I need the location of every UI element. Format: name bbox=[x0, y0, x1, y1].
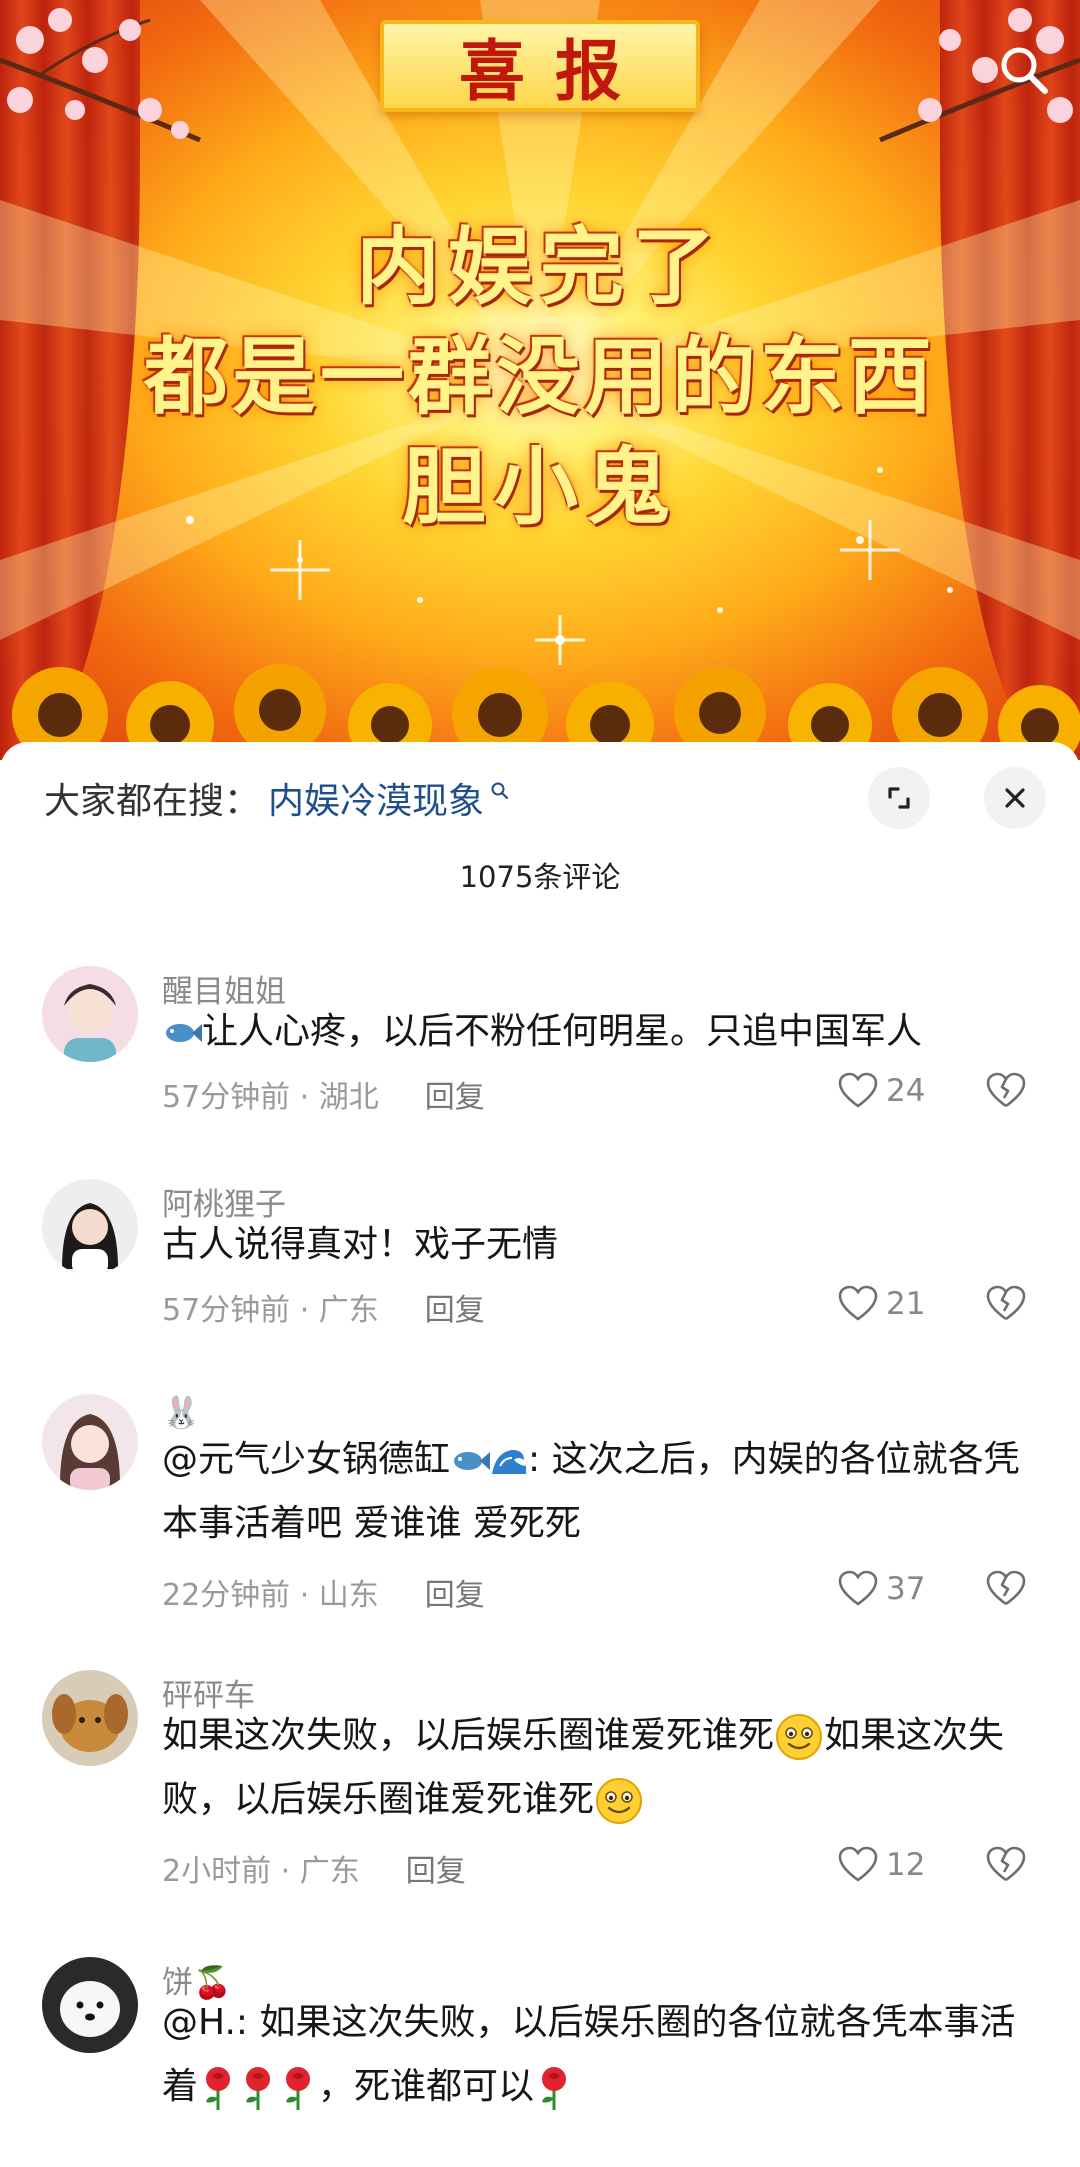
banner-image: 喜报 内娱完了 都是一群没用的东西 胆小鬼 bbox=[0, 0, 1080, 760]
broken-heart-icon bbox=[986, 1285, 1026, 1321]
reply-button[interactable]: 回复 bbox=[425, 1570, 485, 1614]
comment-item: 🐰 @元气少女锅德缸 : 这次之后，内娱的各位就各凭本事活着吧 爱谁谁 爱死死 … bbox=[0, 1394, 1080, 1654]
comment-item: 饼🍒 @H.: 如果这次失败，以后娱乐圈的各位就各凭本事活着 ，死谁都可以 bbox=[0, 1957, 1080, 2157]
comment-meta: 22分钟前 · 山东 回复 bbox=[162, 1570, 485, 1614]
reply-button[interactable]: 回复 bbox=[425, 1285, 485, 1329]
comment-item: 砰砰车 如果这次失败，以后娱乐圈谁爱死谁死 如果这次失败，以后娱乐圈谁爱死谁死 … bbox=[0, 1670, 1080, 1930]
broken-heart-icon bbox=[986, 1072, 1026, 1108]
comment-item: 阿桃狸子 古人说得真对！戏子无情 57分钟前 · 广东 回复 21 bbox=[0, 1179, 1080, 1369]
heart-icon bbox=[838, 1072, 878, 1108]
comment-time-location: 57分钟前 · 湖北 bbox=[162, 1080, 379, 1115]
close-button[interactable] bbox=[984, 767, 1046, 829]
broken-heart-icon bbox=[986, 1846, 1026, 1882]
heart-icon bbox=[838, 1846, 878, 1882]
comment-meta: 57分钟前 · 湖北 回复 bbox=[162, 1072, 485, 1116]
sunflowers bbox=[12, 664, 1080, 760]
banner-line-2: 都是一群没用的东西 bbox=[143, 328, 936, 426]
reply-button[interactable]: 回复 bbox=[425, 1072, 485, 1116]
like-count: 37 bbox=[886, 1571, 926, 1607]
fish-emoji-icon bbox=[166, 1024, 202, 1042]
trending-search-term[interactable]: 内娱冷漠现象 bbox=[268, 772, 484, 824]
banner-title: 喜报 bbox=[459, 32, 651, 110]
heart-icon bbox=[838, 1570, 878, 1606]
like-button[interactable]: 24 bbox=[838, 1072, 925, 1110]
banner-line-3: 胆小鬼 bbox=[401, 438, 678, 536]
wave-emoji-icon bbox=[492, 1450, 527, 1474]
comment-text: 让人心疼，以后不粉任何明星。只追中国军人 bbox=[162, 1000, 1042, 1064]
smile-emoji-icon bbox=[596, 1778, 643, 1824]
avatar[interactable] bbox=[42, 1394, 138, 1490]
banner-title-plate: 喜报 bbox=[380, 20, 700, 112]
like-button[interactable]: 21 bbox=[838, 1285, 925, 1323]
like-count: 24 bbox=[886, 1073, 926, 1109]
close-icon bbox=[1005, 788, 1025, 808]
comment-count: 1075条评论 bbox=[459, 860, 621, 894]
banner-line-1: 内娱完了 bbox=[355, 218, 724, 316]
expand-icon bbox=[888, 787, 910, 809]
dislike-button[interactable] bbox=[986, 1846, 1026, 1888]
comment-username[interactable]: 🐰 bbox=[162, 1394, 201, 1431]
heart-icon bbox=[838, 1285, 878, 1321]
dislike-button[interactable] bbox=[986, 1570, 1026, 1612]
avatar[interactable] bbox=[42, 966, 138, 1062]
rose-emoji-icon bbox=[542, 2067, 567, 2110]
comment-text: @H.: 如果这次失败，以后娱乐圈的各位就各凭本事活着 ，死谁都可以 bbox=[162, 1991, 1042, 2119]
rose-emoji-icon bbox=[286, 2067, 311, 2110]
trending-search[interactable]: 大家都在搜： 内娱冷漠现象 bbox=[44, 770, 510, 826]
avatar[interactable] bbox=[42, 1957, 138, 2053]
comment-text: @元气少女锅德缸 : 这次之后，内娱的各位就各凭本事活着吧 爱谁谁 爱死死 bbox=[162, 1439, 1020, 1544]
like-count: 21 bbox=[886, 1286, 926, 1322]
reply-button[interactable]: 回复 bbox=[406, 1846, 466, 1890]
blossom-left bbox=[0, 8, 201, 143]
trending-search-prefix: 大家都在搜： bbox=[44, 781, 261, 822]
comment-time-location: 22分钟前 · 山东 bbox=[162, 1578, 379, 1613]
like-button[interactable]: 37 bbox=[838, 1570, 925, 1608]
avatar[interactable] bbox=[42, 1179, 138, 1275]
search-mini-icon bbox=[491, 782, 509, 800]
rose-emoji-icon bbox=[206, 2067, 231, 2110]
comment-meta: 57分钟前 · 广东 回复 bbox=[162, 1285, 485, 1329]
image-search-button[interactable] bbox=[988, 34, 1060, 106]
search-icon bbox=[1001, 47, 1048, 94]
comment-time-location: 57分钟前 · 广东 bbox=[162, 1293, 379, 1328]
comment-mention[interactable]: @元气少女锅德缸 bbox=[162, 1439, 450, 1480]
rose-emoji-icon bbox=[246, 2067, 271, 2110]
fish-emoji-icon bbox=[454, 1452, 491, 1470]
comment-panel: 大家都在搜： 内娱冷漠现象 1075条评论 醒目姐姐 让人心疼，以后不粉任何明星… bbox=[0, 742, 1080, 2167]
comment-item: 醒目姐姐 让人心疼，以后不粉任何明星。只追中国军人 57分钟前 · 湖北 回复 … bbox=[0, 966, 1080, 1156]
like-button[interactable]: 12 bbox=[838, 1846, 925, 1884]
dislike-button[interactable] bbox=[986, 1072, 1026, 1114]
comment-text: 如果这次失败，以后娱乐圈谁爱死谁死 如果这次失败，以后娱乐圈谁爱死谁死 bbox=[162, 1704, 1042, 1832]
broken-heart-icon bbox=[986, 1570, 1026, 1606]
like-count: 12 bbox=[886, 1847, 926, 1883]
comment-meta: 2小时前 · 广东 回复 bbox=[162, 1846, 466, 1890]
expand-button[interactable] bbox=[868, 767, 930, 829]
comment-text: 古人说得真对！戏子无情 bbox=[162, 1224, 559, 1265]
avatar[interactable] bbox=[42, 1670, 138, 1766]
comment-time-location: 2小时前 · 广东 bbox=[162, 1854, 360, 1889]
smile-emoji-icon bbox=[776, 1714, 823, 1760]
screen: 喜报 内娱完了 都是一群没用的东西 胆小鬼 大家都在搜： 内娱冷漠现象 1075… bbox=[0, 0, 1080, 2167]
dislike-button[interactable] bbox=[986, 1285, 1026, 1327]
